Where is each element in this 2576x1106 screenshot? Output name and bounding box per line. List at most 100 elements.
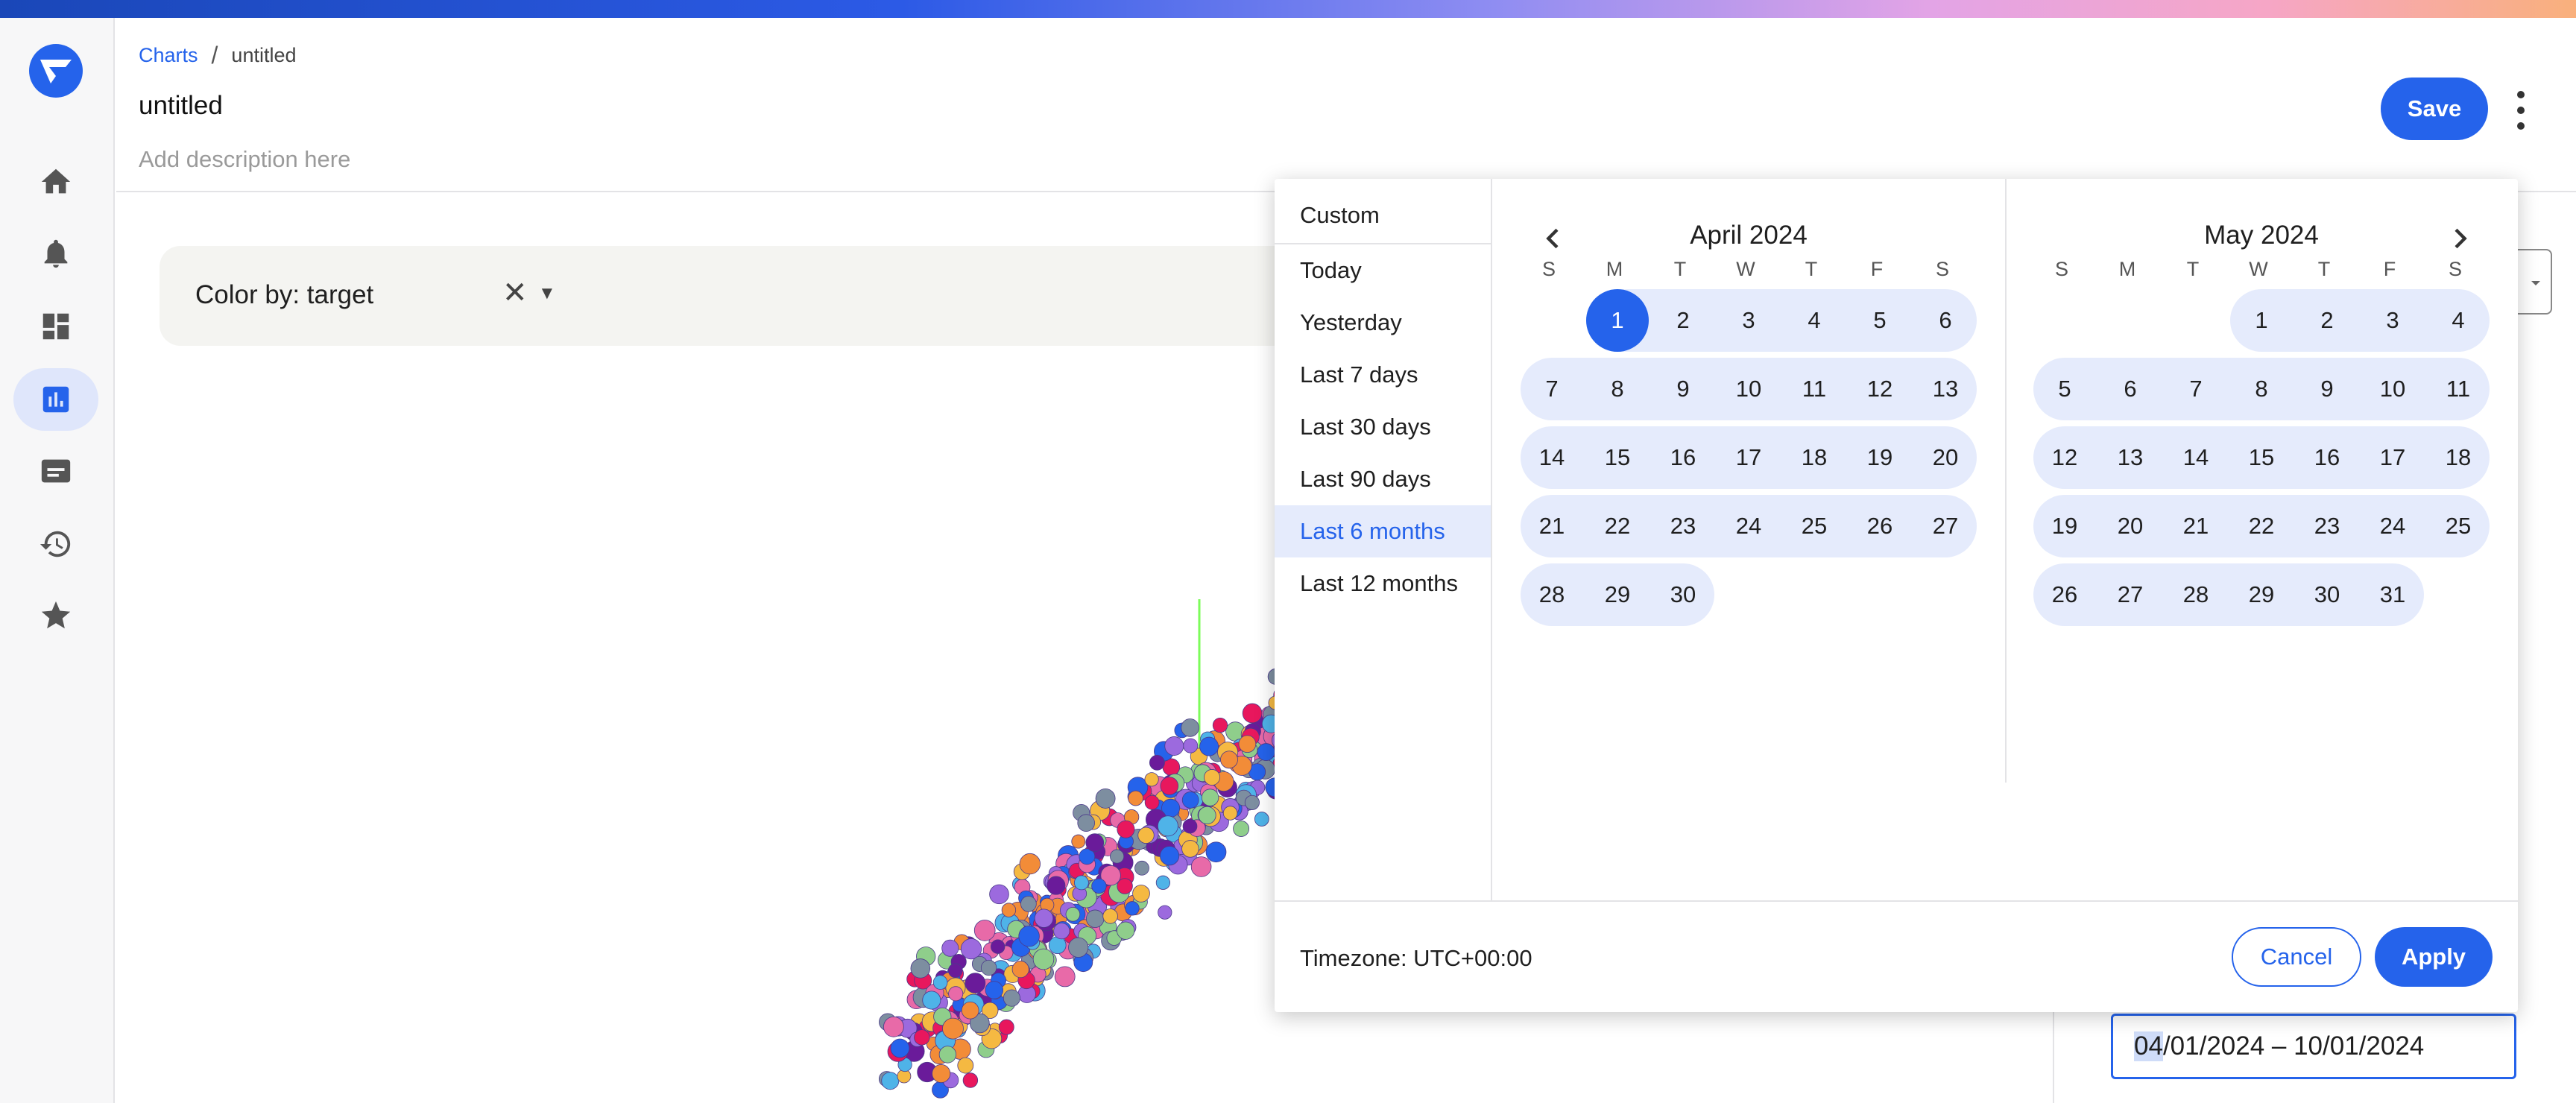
preset-custom[interactable]: Custom [1275,189,1491,241]
april-day[interactable]: 6 [1914,289,1977,352]
preset-last-7-days[interactable]: Last 7 days [1275,349,1491,401]
may-day[interactable]: 5 [2033,358,2096,420]
april-day[interactable]: 22 [1586,495,1649,557]
april-day[interactable]: 24 [1717,495,1780,557]
scatter-point [1065,907,1081,922]
scatter-point [1132,885,1150,903]
may-day[interactable]: 16 [2296,426,2358,489]
scatter-point [932,1064,951,1084]
april-day[interactable]: 21 [1521,495,1583,557]
april-day[interactable]: 27 [1914,495,1977,557]
april-day[interactable]: 25 [1783,495,1846,557]
scatter-point [1201,789,1219,806]
may-day[interactable]: 9 [2296,358,2358,420]
prev-month-icon[interactable] [1538,224,1568,253]
sidebar-item-dashboards[interactable] [13,295,98,358]
caret-down-icon[interactable]: ▼ [538,283,556,304]
april-day[interactable]: 17 [1717,426,1780,489]
april-day[interactable]: 2 [1652,289,1714,352]
apply-button[interactable]: Apply [2375,927,2493,987]
may-day[interactable]: 4 [2427,289,2490,352]
may-day[interactable]: 28 [2165,563,2227,626]
may-day[interactable]: 8 [2230,358,2293,420]
may-day[interactable]: 22 [2230,495,2293,557]
sidebar-item-history[interactable] [13,513,98,575]
april-day[interactable]: 26 [1849,495,1911,557]
april-day[interactable]: 11 [1783,358,1846,420]
preset-yesterday[interactable]: Yesterday [1275,297,1491,349]
april-day[interactable]: 16 [1652,426,1714,489]
april-day[interactable]: 20 [1914,426,1977,489]
date-range-input[interactable]: 04/01/2024 – 10/01/2024 [2111,1014,2516,1079]
april-day[interactable]: 15 [1586,426,1649,489]
april-day[interactable]: 7 [1521,358,1583,420]
april-day[interactable]: 18 [1783,426,1846,489]
save-button[interactable]: Save [2381,78,2488,140]
preset-last-6-months[interactable]: Last 6 months [1275,505,1491,557]
scatter-point [1212,717,1228,733]
may-day[interactable]: 11 [2427,358,2490,420]
may-day[interactable]: 23 [2296,495,2358,557]
may-day[interactable]: 17 [2361,426,2424,489]
cancel-button[interactable]: Cancel [2232,927,2361,987]
may-day[interactable]: 10 [2361,358,2424,420]
april-day[interactable]: 8 [1586,358,1649,420]
preset-last-30-days[interactable]: Last 30 days [1275,401,1491,453]
april-day[interactable]: 12 [1849,358,1911,420]
scatter-point [1117,921,1135,940]
may-day[interactable]: 24 [2361,495,2424,557]
may-day[interactable]: 21 [2165,495,2227,557]
preset-today[interactable]: Today [1275,244,1491,297]
preset-last-12-months[interactable]: Last 12 months [1275,557,1491,610]
sidebar-item-files[interactable] [13,440,98,502]
scatter-point [1220,750,1238,769]
preset-last-90-days[interactable]: Last 90 days [1275,453,1491,505]
may-day[interactable]: 12 [2033,426,2096,489]
april-day[interactable]: 29 [1586,563,1649,626]
may-day[interactable]: 19 [2033,495,2096,557]
may-day[interactable]: 14 [2165,426,2227,489]
sidebar-item-alerts[interactable] [13,222,98,285]
may-day[interactable]: 13 [2099,426,2162,489]
chart-description-input[interactable]: Add description here [139,146,350,173]
may-day[interactable]: 29 [2230,563,2293,626]
may-day[interactable]: 7 [2165,358,2227,420]
may-day[interactable]: 1 [2230,289,2293,352]
may-day[interactable]: 18 [2427,426,2490,489]
next-month-icon[interactable] [2445,224,2475,253]
may-day[interactable]: 20 [2099,495,2162,557]
clear-icon[interactable]: ✕ [502,276,528,310]
april-day[interactable]: 4 [1783,289,1846,352]
april-day[interactable]: 3 [1717,289,1780,352]
may-day[interactable]: 6 [2099,358,2162,420]
may-day[interactable]: 27 [2099,563,2162,626]
scatter-point [942,1017,964,1040]
april-day[interactable]: 28 [1521,563,1583,626]
more-options-icon[interactable] [2513,91,2528,130]
may-day[interactable]: 31 [2361,563,2424,626]
sidebar-item-home[interactable] [13,151,98,213]
may-day[interactable]: 25 [2427,495,2490,557]
may-day[interactable]: 2 [2296,289,2358,352]
april-day[interactable]: 5 [1849,289,1911,352]
april-day[interactable]: 9 [1652,358,1714,420]
color-by-selector[interactable]: Color by: target ✕ ▼ [160,246,1397,346]
april-day[interactable]: 1 [1586,289,1649,352]
sidebar-item-favorites[interactable] [13,584,98,647]
breadcrumb-charts-link[interactable]: Charts [139,44,198,67]
may-day[interactable]: 30 [2296,563,2358,626]
sidebar-item-charts[interactable] [13,368,98,431]
app-logo-icon[interactable] [28,43,83,98]
april-day[interactable]: 23 [1652,495,1714,557]
april-day[interactable]: 30 [1652,563,1714,626]
april-day[interactable]: 14 [1521,426,1583,489]
april-day[interactable]: 10 [1717,358,1780,420]
may-day[interactable]: 3 [2361,289,2424,352]
scatter-point [941,939,959,957]
may-day[interactable]: 26 [2033,563,2096,626]
chart-title[interactable]: untitled [139,91,223,121]
scatter-point [1086,909,1105,928]
may-day[interactable]: 15 [2230,426,2293,489]
april-day[interactable]: 19 [1849,426,1911,489]
april-day[interactable]: 13 [1914,358,1977,420]
